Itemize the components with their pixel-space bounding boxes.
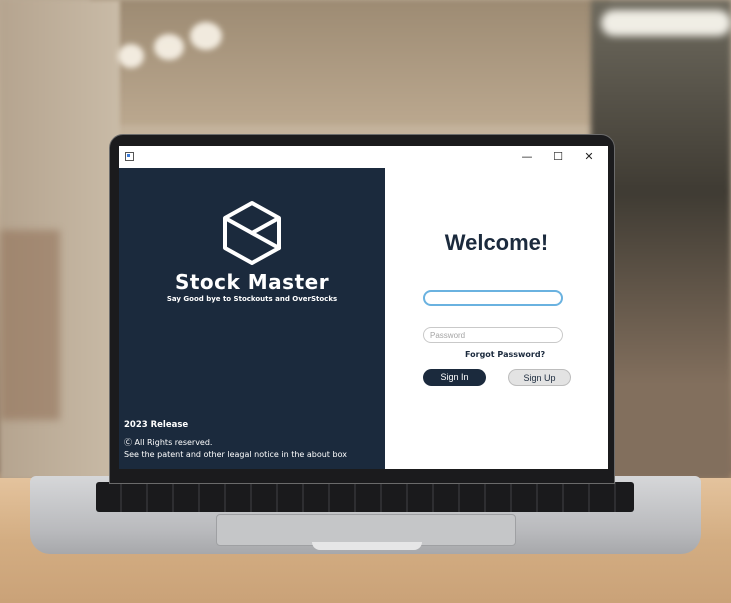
forgot-password-link[interactable]: Forgot Password? [465,350,545,359]
ceiling-light [154,34,184,60]
maximize-button[interactable]: ☐ [547,149,569,165]
brand-panel: Stock Master Say Good bye to Stockouts a… [119,168,385,469]
brand-name: Stock Master [174,270,330,294]
username-input[interactable] [423,290,563,306]
laptop-keyboard [96,482,634,512]
cube-logo-icon [223,201,281,265]
close-button[interactable]: ✕ [578,149,600,165]
ceiling-light [118,44,144,68]
welcome-heading: Welcome! [444,230,549,255]
release-label: 2023 Release [124,420,189,430]
legal-notice: See the patent and other leagal notice i… [124,450,347,459]
brand-tagline: Say Good bye to Stockouts and OverStocks [166,295,338,303]
ceiling-light-bar [601,10,731,36]
sign-up-button[interactable]: Sign Up [508,369,571,386]
rights-text: Ⓒ All Rights reserved. [124,438,213,447]
title-bar: — ☐ ✕ [119,146,608,168]
background-ceiling [90,0,610,125]
ceiling-light [190,22,222,50]
laptop-notch [312,542,422,550]
app-window-icon [125,152,134,161]
app-window: — ☐ ✕ Stock Master Say Good bye to Stock… [119,146,608,469]
password-input[interactable] [423,327,563,343]
login-panel: Welcome! Forgot Password? Sign In Sign U… [385,168,608,469]
background-shelf [0,230,60,420]
sign-in-button[interactable]: Sign In [423,369,486,386]
minimize-button[interactable]: — [516,149,538,165]
